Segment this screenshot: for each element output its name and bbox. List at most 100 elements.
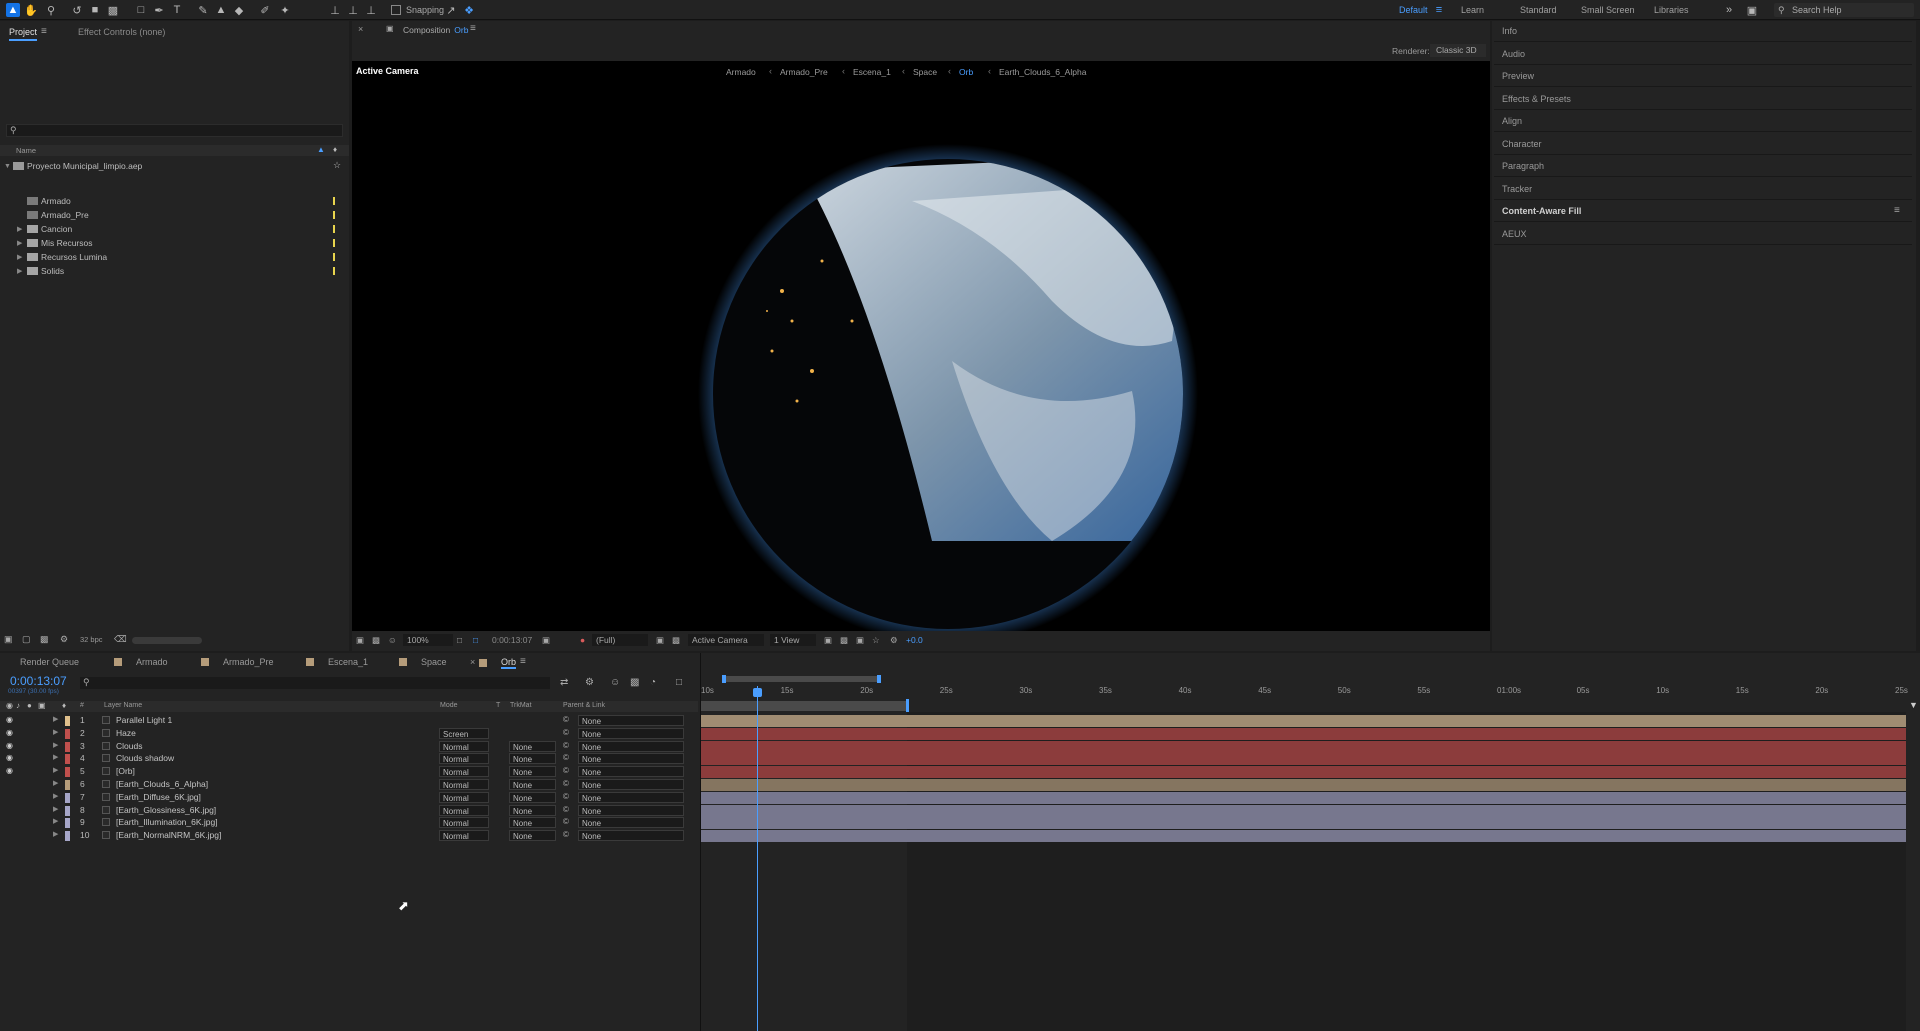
pen-tool-icon[interactable]: ✒	[152, 3, 166, 17]
shy-layers-icon[interactable]: ☺	[610, 677, 620, 688]
timeline-tab-orb[interactable]: Orb	[479, 657, 517, 669]
layer-name[interactable]: Haze	[116, 728, 136, 738]
new-folder-icon[interactable]: ▢	[22, 634, 31, 645]
trkmat-select[interactable]: None	[509, 740, 556, 752]
project-item[interactable]: Armado	[0, 194, 349, 208]
workspace-tab-libraries[interactable]: Libraries	[1654, 5, 1689, 15]
parent-select[interactable]: None	[578, 830, 684, 842]
pick-whip-icon[interactable]: ©	[563, 741, 569, 750]
camera-tool-icon[interactable]: ■	[88, 3, 102, 17]
zoom-tool-icon[interactable]: ⚲	[44, 3, 58, 17]
layer-row[interactable]: ◉ ▶ 3 Clouds Normal None © None	[0, 740, 698, 753]
expand-arrow-icon[interactable]: ▶	[53, 817, 58, 825]
layer-row[interactable]: ◉ ▶ 4 Clouds shadow Normal None © None	[0, 752, 698, 765]
parent-select[interactable]: None	[578, 779, 684, 790]
layer-label-color[interactable]	[65, 728, 70, 739]
trkmat-select[interactable]: None	[509, 804, 556, 816]
pick-whip-icon[interactable]: ©	[563, 715, 569, 724]
layer-mode-select[interactable]: Normal	[439, 753, 489, 765]
composition-viewer[interactable]: Active Camera	[352, 61, 1490, 631]
rectangle-tool-icon[interactable]: □	[134, 3, 148, 17]
layer-name-header[interactable]: Layer Name	[104, 702, 142, 709]
layer-label-color[interactable]	[65, 754, 70, 765]
breadcrumb-armado[interactable]: Armado	[726, 67, 756, 77]
sort-arrow-icon[interactable]: ▲	[317, 145, 325, 154]
layer-label-color[interactable]	[65, 741, 70, 752]
current-time-display[interactable]: 0:00:13:07	[10, 674, 67, 688]
layer-mode-select[interactable]: Normal	[439, 779, 489, 790]
local-axis-icon[interactable]: ⊥	[328, 3, 342, 17]
close-icon[interactable]: ×	[470, 657, 475, 667]
tab-effect-controls[interactable]: Effect Controls (none)	[78, 27, 165, 37]
expand-arrow-icon[interactable]: ▶	[53, 792, 58, 800]
view-layout-select[interactable]: 1 View	[770, 634, 816, 646]
layer-row[interactable]: ◉ ▶ 5 [Orb] Normal None © None	[0, 765, 698, 778]
resolution-select[interactable]: (Full)	[592, 634, 648, 646]
eraser-tool-icon[interactable]: ◆	[232, 3, 246, 17]
timeline-tab-space[interactable]: Space	[399, 657, 447, 667]
search-panel-toggle-icon[interactable]: ▣	[1745, 3, 1759, 17]
workspace-tab-default[interactable]: Default	[1399, 5, 1428, 15]
trkmat-select[interactable]: None	[509, 791, 556, 803]
time-navigator[interactable]	[722, 676, 880, 682]
layer-name[interactable]: [Earth_Glossiness_6K.jpg]	[116, 805, 216, 815]
layer-mode-select[interactable]: Normal	[439, 817, 489, 829]
renderer-select[interactable]: Classic 3D	[1430, 44, 1486, 57]
panel-info[interactable]: Info	[1494, 20, 1912, 42]
world-axis-icon[interactable]: ⊥	[346, 3, 360, 17]
layer-mode-select[interactable]: Normal	[439, 740, 489, 752]
expand-arrow-icon[interactable]: ▶	[53, 715, 58, 723]
project-item[interactable]: ▶ Solids	[0, 264, 349, 278]
search-help-field[interactable]: ⚲ Search Help	[1774, 3, 1914, 17]
layer-mode-select[interactable]: Normal	[439, 766, 489, 778]
project-search-input[interactable]: ⚲	[6, 124, 343, 137]
layer-label-color[interactable]	[65, 767, 70, 778]
navigator-start-handle[interactable]	[722, 675, 726, 683]
graph-editor-icon[interactable]: □	[676, 677, 682, 688]
timeline-tab-armado[interactable]: Armado	[114, 657, 168, 667]
timeline-tab-render-queue[interactable]: Render Queue	[20, 657, 79, 667]
trkmat-select[interactable]: None	[509, 830, 556, 842]
close-icon[interactable]: ×	[358, 24, 363, 34]
motion-blur-icon[interactable]: ◔	[650, 677, 656, 688]
visibility-eye-icon[interactable]: ◉	[6, 715, 13, 724]
expand-arrow-icon[interactable]: ▶	[53, 805, 58, 813]
reset-exposure-icon[interactable]: ⚙	[890, 634, 898, 646]
workspace-tab-small-screen[interactable]: Small Screen	[1581, 5, 1635, 15]
flowchart-icon[interactable]: ☆	[333, 160, 341, 171]
hand-tool-icon[interactable]: ✋	[24, 3, 38, 17]
flowchart-icon[interactable]: ☆	[872, 634, 880, 646]
panel-audio[interactable]: Audio	[1494, 43, 1912, 65]
layer-name[interactable]: Clouds	[116, 741, 142, 751]
workspace-menu-icon[interactable]: ≡	[1432, 3, 1446, 17]
vr-icon[interactable]: ☺	[388, 634, 397, 646]
expand-arrow-icon[interactable]: ▶	[17, 267, 22, 275]
layer-name[interactable]: Clouds shadow	[116, 753, 174, 763]
label-header-icon[interactable]: ♦	[62, 701, 66, 710]
panel-paragraph[interactable]: Paragraph	[1494, 155, 1912, 177]
panel-menu-icon[interactable]: ≡	[470, 23, 476, 34]
layer-row[interactable]: ▶ 6 [Earth_Clouds_6_Alpha] Normal None © None	[0, 778, 698, 791]
snapping-checkbox[interactable]	[391, 5, 401, 15]
video-toggle-header-icon[interactable]: ◉	[6, 701, 13, 710]
layer-row[interactable]: ◉ ▶ 1 Parallel Light 1 © None	[0, 714, 698, 727]
selection-tool-icon[interactable]: ▲	[6, 3, 20, 17]
layer-duration-bar[interactable]	[701, 830, 1906, 843]
layer-duration-bar[interactable]	[701, 791, 1906, 804]
layer-row[interactable]: ▶ 9 [Earth_Illumination_6K.jpg] Normal None ©…	[0, 816, 698, 829]
visibility-eye-icon[interactable]: ◉	[6, 753, 13, 762]
parent-select[interactable]: None	[578, 766, 684, 778]
breadcrumb-orb[interactable]: Orb	[959, 67, 973, 77]
parent-select[interactable]: None	[578, 740, 684, 752]
mask-visibility-icon[interactable]: □	[473, 634, 478, 646]
parent-select[interactable]: None	[578, 715, 684, 726]
panel-aeux[interactable]: AEUX	[1494, 223, 1912, 245]
trkmat-select[interactable]: None	[509, 766, 556, 778]
column-name-header[interactable]: Name	[16, 146, 36, 155]
expand-arrow-icon[interactable]: ▶	[17, 253, 22, 261]
trkmat-select[interactable]: None	[509, 753, 556, 765]
project-item[interactable]: Armado_Pre	[0, 208, 349, 222]
layer-mode-select[interactable]: Screen	[439, 727, 489, 739]
camera-view-select[interactable]: Active Camera	[688, 634, 764, 646]
layer-mode-select[interactable]: Normal	[439, 791, 489, 803]
